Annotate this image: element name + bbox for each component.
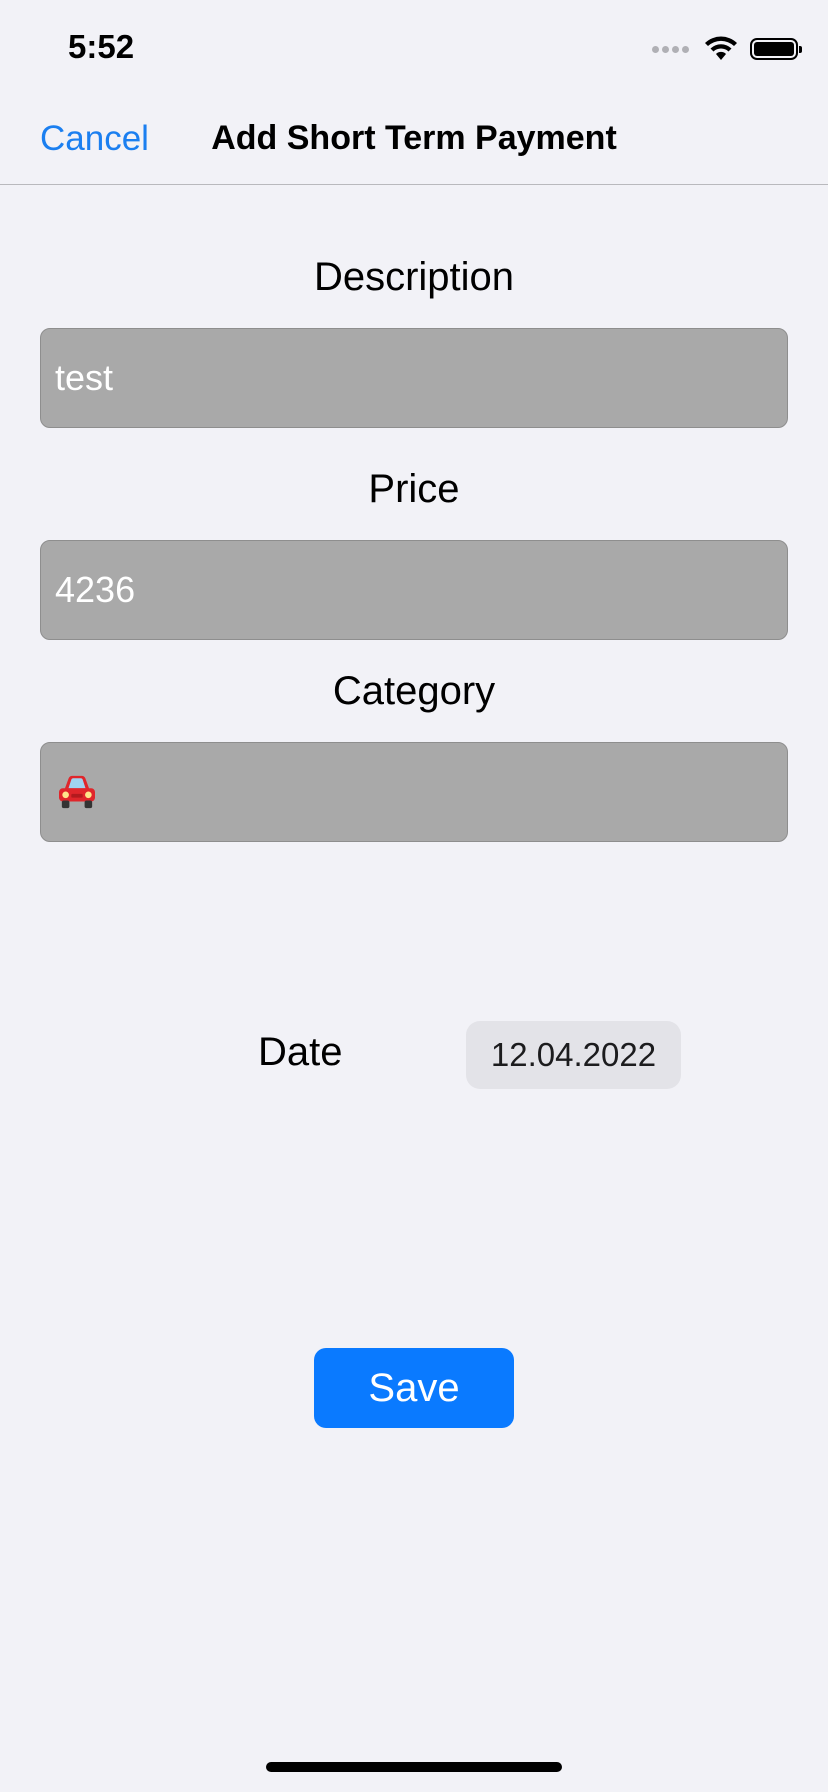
page-title: Add Short Term Payment <box>211 119 617 157</box>
battery-icon <box>750 38 802 60</box>
home-indicator[interactable] <box>266 1762 562 1772</box>
date-label: Date <box>258 1030 343 1074</box>
save-button[interactable]: Save <box>314 1348 514 1428</box>
signal-dots-icon <box>652 45 692 53</box>
status-time: 5:52 <box>68 28 135 65</box>
category-field[interactable] <box>40 742 788 842</box>
wifi-icon <box>705 36 737 60</box>
date-picker[interactable]: 12.04.2022 <box>466 1021 681 1089</box>
price-label: Price <box>368 467 460 511</box>
description-label: Description <box>313 255 515 299</box>
category-label: Category <box>332 669 496 713</box>
add-payment-screen: 5:52 Cancel Add Short Term Payment Descr… <box>0 0 828 1792</box>
navigation-bar: Cancel Add Short Term Payment <box>0 95 828 185</box>
price-field[interactable]: 4236 <box>40 540 788 640</box>
status-icons <box>652 36 802 62</box>
car-icon <box>59 775 95 809</box>
description-value: test <box>55 357 114 398</box>
description-field[interactable]: test <box>40 328 788 428</box>
price-value: 4236 <box>55 569 136 610</box>
